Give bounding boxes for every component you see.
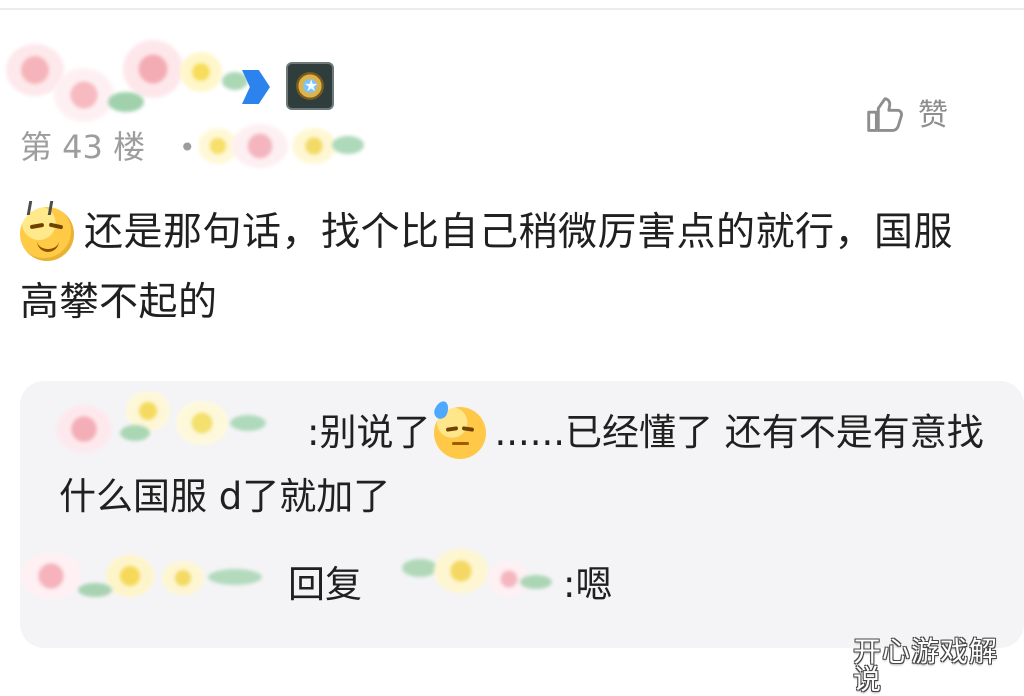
reply-1-text-before-emoji: 别说了 xyxy=(319,411,431,454)
reply-2-user-leaf-1 xyxy=(78,583,112,597)
cool-face-emoji-mouth xyxy=(37,240,59,252)
like-button[interactable]: 赞 xyxy=(862,90,972,142)
like-label: 赞 xyxy=(918,98,948,133)
cool-face-emoji-lines xyxy=(26,201,54,215)
sweat-face-emoji-right-eye xyxy=(462,426,475,432)
reply-2-user-leaf-2 xyxy=(208,569,262,585)
reply-2-text: :嗯 xyxy=(563,563,613,606)
reply-2-target-leaf-1 xyxy=(402,559,438,577)
reply-1-text-after-emoji: ......已经懂了 还有不是有意找什么国服 d了就加了 xyxy=(59,411,984,518)
rank-badge-icon: ★ xyxy=(286,62,334,110)
time-blur-flower-3 xyxy=(292,128,336,164)
cool-face-emoji-left-eye xyxy=(29,222,45,230)
sweat-face-emoji xyxy=(432,399,490,459)
time-blur-leaf xyxy=(332,136,364,154)
flower-sticker-3 xyxy=(123,40,183,98)
leaf-sticker-2 xyxy=(222,72,248,90)
floor-label: 第 43 楼 xyxy=(20,128,146,166)
comment-content: 还是那句话，找个比自己稍微厉害点的就行，国服高攀不起的 xyxy=(20,198,990,338)
reply-2-user-flower-1 xyxy=(20,553,82,599)
user-avatar-blurred[interactable] xyxy=(0,38,270,126)
thumbs-up-icon xyxy=(867,97,903,132)
sweat-face-emoji-mouth xyxy=(452,442,470,445)
top-divider xyxy=(0,8,1024,10)
cool-face-emoji-face xyxy=(20,201,74,261)
reply-2-target-leaf-2 xyxy=(520,575,552,589)
reply-1-prefix: : xyxy=(307,411,320,454)
reply-2-action: 回复 xyxy=(288,563,362,606)
reply-2-user-flower-2 xyxy=(106,555,154,597)
reply-2-target-user-blurred[interactable] xyxy=(394,545,570,623)
reply-2-user-flower-3 xyxy=(162,561,204,595)
flower-sticker-2 xyxy=(54,68,114,122)
reply-2-target-flower-1 xyxy=(434,549,488,593)
rank-badge-star: ★ xyxy=(304,76,319,95)
watermark-text: 开心游戏解说 xyxy=(853,635,999,696)
post-time-blurred xyxy=(198,118,370,174)
reply-thread: :别说了 ......已经懂了 还有不是有意找什么国服 d了就加了 回复 :嗯 xyxy=(20,381,1024,648)
leaf-sticker-1 xyxy=(108,92,144,112)
cool-face-emoji-right-eye xyxy=(48,222,64,230)
cool-face-emoji xyxy=(20,201,76,261)
reply-2-user-blurred[interactable] xyxy=(20,545,296,623)
comment-text: 还是那句话，找个比自己稍微厉害点的就行，国服高攀不起的 xyxy=(20,210,954,325)
sweat-face-emoji-left-eye xyxy=(446,426,459,432)
meta-separator: • xyxy=(179,131,196,164)
reply-1: :别说了 ......已经懂了 还有不是有意找什么国服 d了就加了 xyxy=(59,399,1019,529)
time-blur-flower-2 xyxy=(232,124,288,168)
flower-sticker-4 xyxy=(180,52,222,92)
